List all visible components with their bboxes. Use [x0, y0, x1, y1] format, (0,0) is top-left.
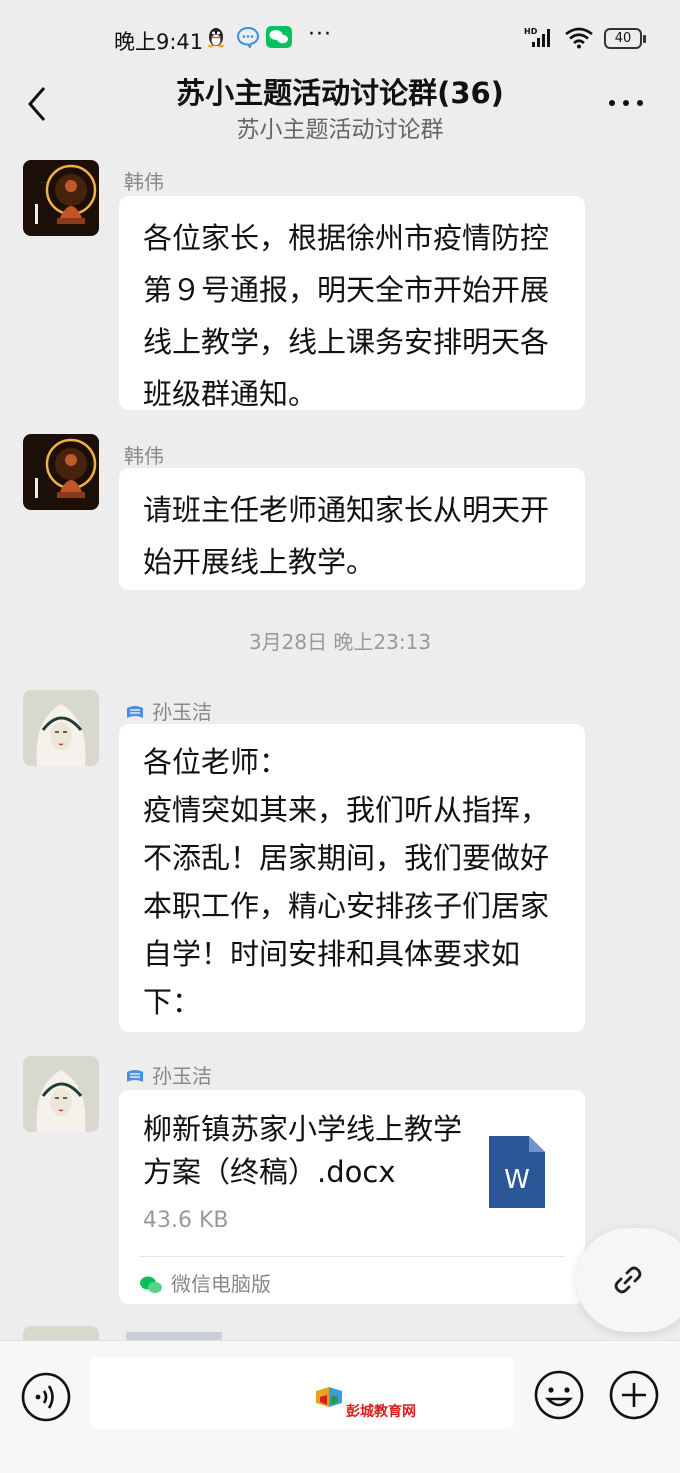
emoji-button[interactable]: [533, 1369, 585, 1425]
word-document-icon: W: [489, 1136, 545, 1212]
more-notifications: ···: [308, 22, 332, 47]
message-bubble[interactable]: 各位老师： 疫情突如其来，我们听从指挥，不添乱！居家期间，我们要做好本职工作，精…: [119, 724, 585, 1032]
emoji-icon: [534, 1370, 584, 1420]
svg-text:HD: HD: [524, 27, 538, 36]
file-type-letter: W: [504, 1165, 530, 1195]
enterprise-wechat-icon: [127, 1070, 143, 1082]
message-bubble[interactable]: 各位家长，根据徐州市疫情防控第９号通报，明天全市开始开展线上教学，线上课务安排明…: [119, 196, 585, 411]
sender-name-text: 孙玉洁: [152, 700, 212, 724]
voice-icon: [21, 1372, 71, 1422]
svg-text:· · ·: · · ·: [41, 180, 49, 186]
file-attachment-card[interactable]: 柳新镇苏家小学线上教学方案（终稿）.docx 43.6 KB W 微信电脑版: [119, 1090, 585, 1304]
watermark-logo-icon: [314, 1383, 344, 1413]
divider: [139, 1256, 565, 1257]
enterprise-wechat-icon: [127, 706, 143, 718]
chat-timestamp: 3月28日 晚上23:13: [248, 630, 432, 654]
file-source-text: 微信电脑版: [171, 1272, 271, 1296]
status-time: 晚上9:41: [114, 30, 204, 54]
floating-link-button[interactable]: [576, 1228, 680, 1332]
chat-header: 苏小主题活动讨论群(36) 苏小主题活动讨论群: [0, 62, 680, 152]
message-notification-icon: [236, 26, 260, 52]
more-dots-icon: [609, 100, 643, 106]
file-source: 微信电脑版: [139, 1268, 271, 1297]
more-functions-button[interactable]: [608, 1369, 660, 1425]
avatar[interactable]: [23, 690, 99, 766]
next-message-partial: [0, 1326, 680, 1340]
sender-name: 韩伟: [124, 170, 164, 194]
file-name: 柳新镇苏家小学线上教学方案（终稿）.docx: [143, 1112, 463, 1189]
message-bubble[interactable]: 请班主任老师通知家长从明天开始开展线上教学。: [119, 468, 585, 590]
wechat-icon: [140, 1276, 162, 1293]
chat-title: 苏小主题活动讨论群(36): [176, 76, 504, 110]
message-input[interactable]: 彭城教育网: [90, 1357, 514, 1429]
sender-name: 孙玉洁: [124, 1060, 212, 1089]
avatar[interactable]: · · ·: [23, 160, 99, 236]
input-bar: 彭城教育网: [0, 1340, 680, 1473]
voice-input-button[interactable]: [20, 1371, 72, 1427]
qq-icon: [206, 26, 226, 52]
wechat-icon: [266, 26, 292, 52]
avatar[interactable]: [23, 1056, 99, 1132]
chat-subtitle: 苏小主题活动讨论群: [236, 117, 444, 143]
sender-name: 韩伟: [124, 444, 164, 468]
avatar: [23, 1326, 99, 1340]
link-icon: [614, 1266, 642, 1294]
signal-icon: HD: [524, 26, 556, 52]
sender-name-text: 孙玉洁: [152, 1064, 212, 1088]
battery-indicator: 40: [604, 28, 646, 49]
plus-icon: [609, 1370, 659, 1420]
avatar[interactable]: [23, 434, 99, 510]
sender-name: [126, 1332, 222, 1340]
sender-name: 孙玉洁: [124, 696, 212, 725]
wifi-icon: [564, 27, 594, 53]
file-size: 43.6 KB: [143, 1208, 229, 1233]
more-options-button[interactable]: [606, 88, 646, 118]
watermark-text: 彭城教育网: [346, 1404, 416, 1420]
